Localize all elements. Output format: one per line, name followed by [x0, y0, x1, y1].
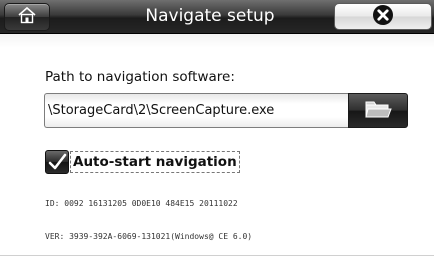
close-button[interactable] — [334, 3, 432, 30]
checkmark-icon — [46, 153, 68, 177]
home-button[interactable] — [4, 3, 50, 31]
browse-button[interactable] — [348, 93, 408, 128]
title-bar: Navigate setup — [0, 0, 434, 34]
bottom-divider — [0, 255, 434, 256]
path-value: \StorageCard\2\ScreenCapture.exe — [48, 103, 275, 118]
autostart-checkbox[interactable] — [45, 150, 69, 174]
close-x-icon — [372, 4, 394, 30]
window-title: Navigate setup — [145, 6, 275, 26]
folder-icon — [363, 98, 393, 124]
version-text: VER: 3939-392A-6069-131021(Windows@ CE 6… — [45, 232, 253, 241]
home-icon — [17, 6, 37, 28]
device-id-text: ID: 0092 16131205 0D0E10 484E15 20111022 — [45, 199, 238, 208]
path-label: Path to navigation software: — [45, 69, 235, 85]
autostart-label[interactable]: Auto-start navigation — [70, 151, 240, 173]
